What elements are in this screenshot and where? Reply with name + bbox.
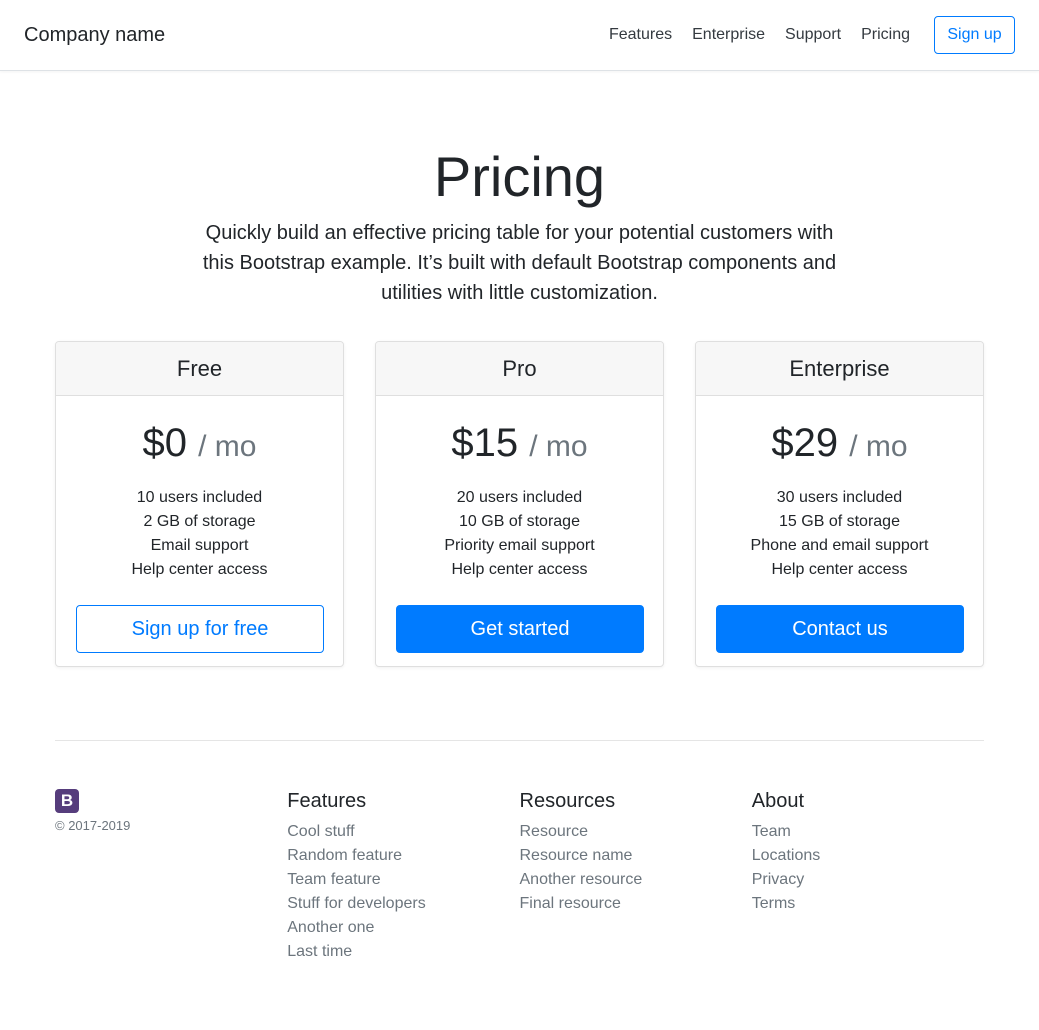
price-period: / mo [198,430,257,463]
footer-column-title: About [751,790,805,812]
copyright: © 2017-2019 [55,818,131,833]
footer-link[interactable]: Terms [752,895,796,912]
footer-column-resources: Resources Resource Resource name Another… [520,789,752,964]
feature-item: 20 users included [456,489,583,506]
feature-item: Help center access [131,561,268,578]
footer-link[interactable]: Another resource [520,871,643,888]
footer-link[interactable]: Resource [520,823,588,840]
price-period: / mo [529,430,588,463]
footer-link[interactable]: Another one [287,919,374,936]
feature-list: 10 users included 2 GB of storage Email … [76,486,323,582]
footer: B © 2017-2019 Features Cool stuff Random… [55,740,984,964]
pricing-cards: Free $0 / mo 10 users included 2 GB of s… [55,341,984,667]
plan-body: $0 / mo 10 users included 2 GB of storag… [56,396,343,666]
get-started-button[interactable]: Get started [396,605,644,653]
feature-item: Email support [150,537,249,554]
feature-item: Help center access [771,561,908,578]
nav-link-pricing[interactable]: Pricing [861,26,910,44]
plan-body: $29 / mo 30 users included 15 GB of stor… [696,396,983,666]
feature-item: 30 users included [776,489,903,506]
plan-name: Enterprise [696,342,983,396]
nav-link-enterprise[interactable]: Enterprise [692,26,765,44]
nav-link-support[interactable]: Support [785,26,841,44]
footer-link[interactable]: Stuff for developers [287,895,425,912]
plan-price: $0 / mo [76,418,323,472]
plan-card-enterprise: Enterprise $29 / mo 30 users included 15… [695,341,984,667]
footer-link[interactable]: Resource name [520,847,633,864]
nav-link-features[interactable]: Features [609,26,672,44]
footer-link[interactable]: Team feature [287,871,380,888]
feature-item: Phone and email support [750,537,929,554]
footer-link[interactable]: Cool stuff [287,823,354,840]
lead-text: Quickly build an effective pricing table… [202,222,837,305]
feature-list: 20 users included 10 GB of storage Prior… [396,486,643,582]
plan-body: $15 / mo 20 users included 10 GB of stor… [376,396,663,666]
pricing-header: Pricing Quickly build an effective prici… [0,71,1039,308]
navbar: Company name Features Enterprise Support… [0,0,1039,71]
price-amount: $0 [142,421,188,465]
feature-list: 30 users included 15 GB of storage Phone… [716,486,963,582]
top-nav: Features Enterprise Support Pricing Sign… [609,16,1015,54]
plan-card-free: Free $0 / mo 10 users included 2 GB of s… [55,341,344,667]
plan-price: $29 / mo [716,418,963,472]
brand-name: Company name [24,24,166,46]
price-amount: $15 [451,421,519,465]
plan-price: $15 / mo [396,418,643,472]
price-amount: $29 [771,421,839,465]
price-period: / mo [849,430,908,463]
footer-link[interactable]: Team [752,823,791,840]
feature-item: Help center access [451,561,588,578]
feature-item: 10 users included [136,489,263,506]
page-title: Pricing [433,145,606,208]
footer-column-title: Features [287,790,367,812]
feature-item: 2 GB of storage [143,513,256,530]
plan-name: Free [56,342,343,396]
feature-item: 10 GB of storage [459,513,580,530]
sign-up-for-free-button[interactable]: Sign up for free [76,605,324,653]
feature-item: 15 GB of storage [779,513,900,530]
footer-column-title: Resources [519,790,616,812]
footer-brand: B © 2017-2019 [55,789,287,964]
bootstrap-logo-icon: B [55,789,79,813]
plan-name: Pro [376,342,663,396]
footer-link[interactable]: Last time [287,943,352,960]
contact-us-button[interactable]: Contact us [716,605,964,653]
footer-link[interactable]: Random feature [287,847,402,864]
footer-column-about: About Team Locations Privacy Terms [752,789,984,964]
signup-button[interactable]: Sign up [934,16,1015,54]
footer-column-features: Features Cool stuff Random feature Team … [287,789,519,964]
plan-card-pro: Pro $15 / mo 20 users included 10 GB of … [375,341,664,667]
feature-item: Priority email support [444,537,595,554]
footer-link[interactable]: Privacy [752,871,804,888]
footer-link[interactable]: Locations [752,847,821,864]
footer-link[interactable]: Final resource [520,895,621,912]
